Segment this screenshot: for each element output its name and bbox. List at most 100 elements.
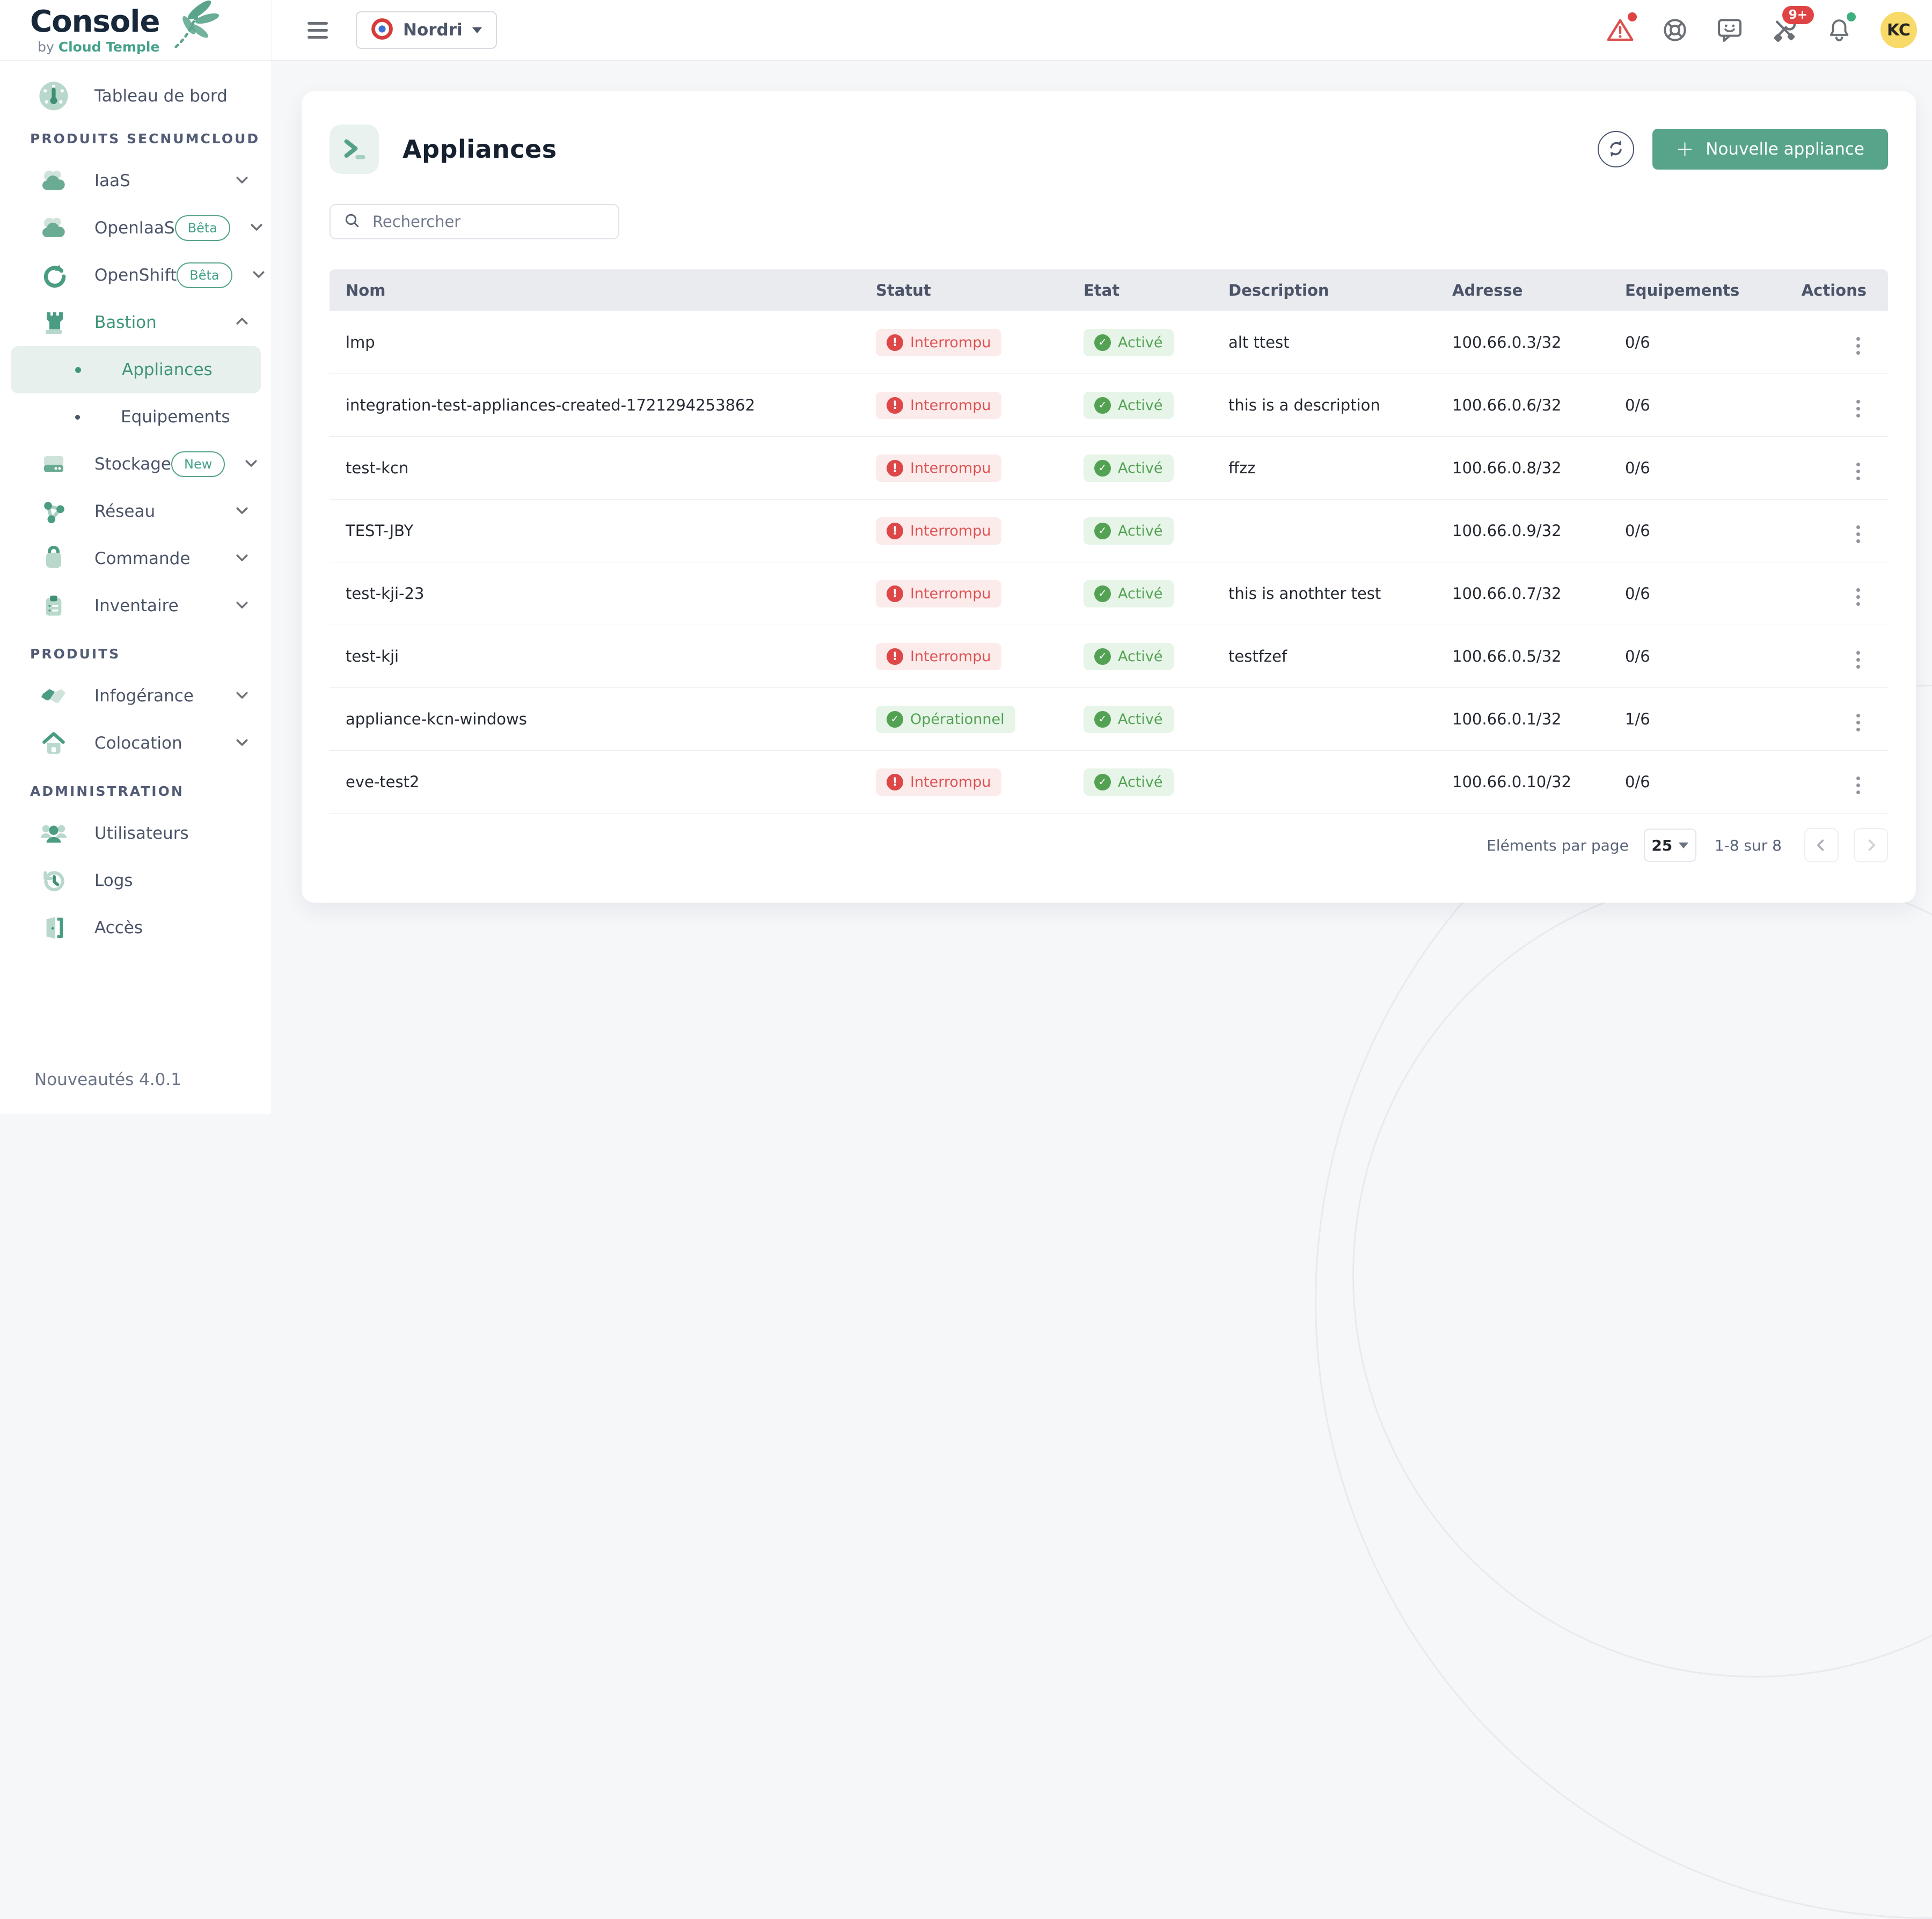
status-badge: Interrompu bbox=[876, 643, 1001, 670]
next-page-button[interactable] bbox=[1854, 828, 1888, 862]
support-lifebuoy-icon[interactable] bbox=[1662, 17, 1688, 43]
search-input[interactable] bbox=[372, 213, 605, 231]
table-row[interactable]: integration-test-appliances-created-1721… bbox=[330, 374, 1888, 437]
new-badge: New bbox=[171, 451, 225, 477]
sidebar-item-colocation[interactable]: Colocation bbox=[0, 720, 272, 767]
table-row[interactable]: eve-test2 Interrompu Activé 100.66.0.10/… bbox=[330, 751, 1888, 814]
column-header-actions: Actions bbox=[1770, 281, 1888, 299]
shopping-bag-icon bbox=[34, 545, 73, 572]
cell-adresse: 100.66.0.9/32 bbox=[1436, 522, 1609, 540]
sidebar-item-inventaire[interactable]: Inventaire bbox=[0, 582, 272, 629]
alerts-warning-icon[interactable] bbox=[1607, 17, 1634, 43]
sidebar-item-openshift[interactable]: OpenShift Bêta bbox=[0, 252, 272, 299]
rook-tower-icon bbox=[34, 310, 73, 335]
state-icon bbox=[1094, 397, 1111, 414]
status-badge: Opérationnel bbox=[876, 706, 1015, 733]
state-label: Activé bbox=[1118, 648, 1163, 665]
table-row[interactable]: test-kcn Interrompu Activé ffzz 100.66.0… bbox=[330, 437, 1888, 500]
column-header-nom[interactable]: Nom bbox=[330, 281, 860, 299]
cell-equipements: 1/6 bbox=[1609, 710, 1770, 728]
status-icon bbox=[887, 460, 903, 477]
sidebar-item-utilisateurs[interactable]: Utilisateurs bbox=[0, 810, 272, 857]
sidebar-subitem-appliances[interactable]: Appliances bbox=[11, 346, 261, 393]
sidebar-item-stockage[interactable]: Stockage New bbox=[0, 441, 272, 488]
row-actions-kebab-icon[interactable] bbox=[1850, 458, 1867, 485]
state-icon bbox=[1094, 334, 1111, 351]
cell-nom: eve-test2 bbox=[330, 773, 860, 791]
row-actions-kebab-icon[interactable] bbox=[1850, 709, 1867, 736]
table-row[interactable]: test-kji Interrompu Activé testfzef 100.… bbox=[330, 625, 1888, 688]
house-icon bbox=[34, 730, 73, 757]
state-icon bbox=[1094, 523, 1111, 539]
new-appliance-button[interactable]: Nouvelle appliance bbox=[1652, 129, 1888, 170]
row-actions-kebab-icon[interactable] bbox=[1850, 584, 1867, 610]
state-badge: Activé bbox=[1084, 392, 1174, 419]
section-title-administration: ADMINISTRATION bbox=[0, 772, 272, 810]
status-label: Interrompu bbox=[910, 523, 991, 539]
sidebar-item-iaas[interactable]: IaaS bbox=[0, 157, 272, 204]
state-badge: Activé bbox=[1084, 706, 1174, 733]
sidebar-item-label: OpenShift bbox=[94, 266, 177, 285]
cell-adresse: 100.66.0.8/32 bbox=[1436, 459, 1609, 477]
row-actions-kebab-icon[interactable] bbox=[1850, 772, 1867, 799]
sidebar-item-label: Infogérance bbox=[94, 686, 234, 706]
table-header: Nom Statut Etat Description Adresse Equi… bbox=[330, 269, 1888, 311]
caret-down-icon bbox=[1679, 843, 1688, 848]
cell-nom: lmp bbox=[330, 333, 860, 351]
state-icon bbox=[1094, 460, 1111, 477]
column-header-description[interactable]: Description bbox=[1212, 281, 1436, 299]
column-header-etat[interactable]: Etat bbox=[1067, 281, 1212, 299]
version-link[interactable]: Nouveautés 4.0.1 bbox=[0, 1070, 272, 1114]
table-row[interactable]: appliance-kcn-windows Opérationnel Activ… bbox=[330, 688, 1888, 751]
sidebar-item-label: Colocation bbox=[94, 734, 234, 753]
cell-description: testfzef bbox=[1212, 647, 1436, 665]
table-row[interactable]: test-kji-23 Interrompu Activé this is an… bbox=[330, 562, 1888, 625]
plus-icon bbox=[1676, 138, 1694, 160]
notifications-bell-icon[interactable] bbox=[1826, 17, 1853, 43]
status-badge: Interrompu bbox=[876, 392, 1001, 419]
logo[interactable]: Console by Cloud Temple bbox=[0, 0, 272, 61]
row-actions-kebab-icon[interactable] bbox=[1850, 333, 1867, 359]
column-header-equipements[interactable]: Equipements bbox=[1609, 281, 1770, 299]
alert-dot-badge bbox=[1628, 12, 1637, 21]
sidebar-item-openiaas[interactable]: OpenIaaS Bêta bbox=[0, 204, 272, 252]
row-actions-kebab-icon[interactable] bbox=[1850, 521, 1867, 547]
cell-nom: test-kji bbox=[330, 647, 860, 665]
sidebar-item-dashboard[interactable]: Tableau de bord bbox=[0, 72, 272, 120]
column-header-adresse[interactable]: Adresse bbox=[1436, 281, 1609, 299]
sidebar-item-label: Utilisateurs bbox=[94, 824, 250, 843]
table-row[interactable]: lmp Interrompu Activé alt ttest 100.66.0… bbox=[330, 311, 1888, 374]
cell-description: ffzz bbox=[1212, 459, 1436, 477]
chevron-down-icon bbox=[234, 550, 250, 568]
table-row[interactable]: TEST-JBY Interrompu Activé 100.66.0.9/32… bbox=[330, 500, 1888, 562]
tools-icon[interactable]: 9+ bbox=[1771, 17, 1798, 43]
hamburger-menu-icon[interactable] bbox=[308, 22, 328, 39]
feedback-chat-icon[interactable] bbox=[1716, 17, 1743, 43]
cell-nom: test-kcn bbox=[330, 459, 860, 477]
refresh-button[interactable] bbox=[1598, 131, 1634, 167]
sidebar-item-bastion[interactable]: Bastion bbox=[0, 299, 272, 346]
status-label: Interrompu bbox=[910, 648, 991, 665]
state-badge: Activé bbox=[1084, 580, 1174, 607]
cell-description: this is a description bbox=[1212, 396, 1436, 414]
row-actions-kebab-icon[interactable] bbox=[1850, 395, 1867, 422]
bullet-icon bbox=[75, 367, 81, 373]
tenant-select[interactable]: Nordri bbox=[356, 11, 497, 49]
previous-page-button[interactable] bbox=[1804, 828, 1839, 862]
sidebar-item-commande[interactable]: Commande bbox=[0, 535, 272, 582]
sidebar-item-reseau[interactable]: Réseau bbox=[0, 488, 272, 535]
page-size-select[interactable]: 25 bbox=[1644, 829, 1696, 862]
sidebar-subitem-equipements[interactable]: Equipements bbox=[11, 393, 261, 441]
sidebar-item-logs[interactable]: Logs bbox=[0, 857, 272, 904]
sidebar-item-acces[interactable]: Accès bbox=[0, 904, 272, 951]
chevron-down-icon bbox=[251, 266, 267, 284]
status-icon bbox=[887, 648, 903, 665]
state-label: Activé bbox=[1118, 334, 1163, 351]
sidebar-item-infogerance[interactable]: Infogérance bbox=[0, 672, 272, 720]
sidebar-item-label: Accès bbox=[94, 918, 250, 937]
page-title: Appliances bbox=[402, 135, 557, 164]
row-actions-kebab-icon[interactable] bbox=[1850, 647, 1867, 673]
column-header-statut[interactable]: Statut bbox=[860, 281, 1067, 299]
items-per-page-label: Eléments par page bbox=[1487, 837, 1629, 854]
user-avatar[interactable]: KC bbox=[1880, 12, 1917, 48]
